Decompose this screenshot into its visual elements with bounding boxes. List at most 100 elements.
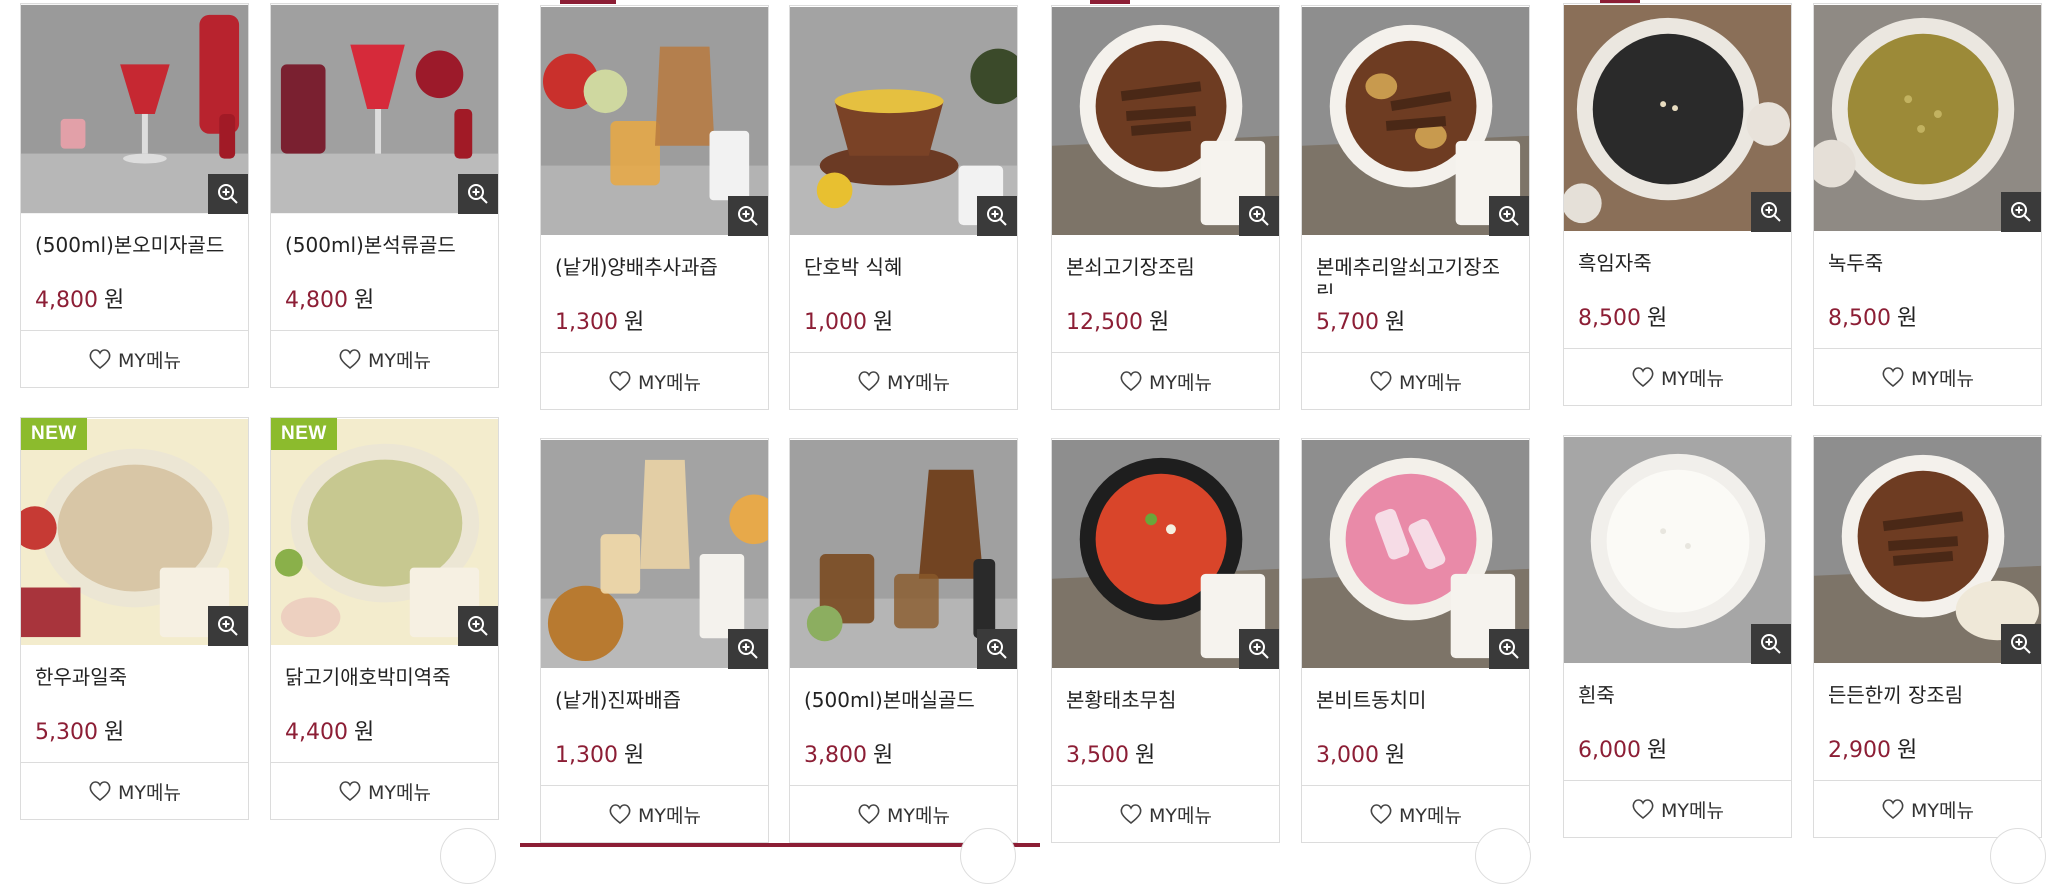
product-name[interactable]: (500ml)본매실골드 [790, 669, 1017, 727]
my-menu-button[interactable]: MY메뉴 [271, 762, 498, 819]
product-card[interactable]: NEW 닭고기애호박미역죽 4,400 원 MY메뉴 [270, 417, 499, 820]
product-image[interactable] [1814, 4, 2041, 232]
zoom-in-icon [2011, 634, 2031, 654]
product-image[interactable] [790, 439, 1017, 669]
product-price: 4,400 원 [285, 720, 375, 745]
zoom-button[interactable] [1489, 629, 1529, 669]
heart-outline-icon [1120, 371, 1142, 392]
product-name[interactable]: 단호박 식혜 [790, 236, 1017, 294]
my-menu-button[interactable]: MY메뉴 [1052, 785, 1279, 842]
product-image[interactable] [541, 439, 768, 669]
product-image[interactable] [1052, 6, 1279, 236]
my-menu-button[interactable]: MY메뉴 [1564, 348, 1791, 405]
heart-outline-icon [1120, 804, 1142, 825]
product-card[interactable]: 흰죽 6,000 원 MY메뉴 [1563, 435, 1792, 838]
product-card[interactable]: 본비트동치미 3,000 원 MY메뉴 [1301, 438, 1530, 843]
product-image[interactable] [1302, 6, 1529, 236]
scroll-button[interactable] [1990, 828, 2046, 884]
product-image[interactable] [1564, 4, 1791, 232]
product-image[interactable] [1302, 439, 1529, 669]
my-menu-button[interactable]: MY메뉴 [1052, 352, 1279, 409]
zoom-button[interactable] [977, 629, 1017, 669]
product-name[interactable]: (500ml)본오미자골드 [21, 214, 248, 272]
product-image[interactable]: NEW [271, 418, 498, 646]
product-name[interactable]: 흰죽 [1564, 664, 1791, 722]
product-name[interactable]: 닭고기애호박미역죽 [271, 646, 498, 704]
zoom-button[interactable] [2001, 624, 2041, 664]
scroll-button[interactable] [1475, 828, 1531, 884]
zoom-in-icon [2011, 202, 2031, 222]
my-menu-label: MY메뉴 [1149, 804, 1212, 827]
zoom-button[interactable] [728, 196, 768, 236]
product-card[interactable]: (500ml)본오미자골드 4,800 원 MY메뉴 [20, 3, 249, 388]
zoom-button[interactable] [1489, 196, 1529, 236]
zoom-button[interactable] [458, 174, 498, 214]
my-menu-button[interactable]: MY메뉴 [271, 330, 498, 387]
zoom-button[interactable] [458, 606, 498, 646]
product-image[interactable] [790, 6, 1017, 236]
product-image[interactable]: NEW [21, 418, 248, 646]
zoom-button[interactable] [977, 196, 1017, 236]
product-card[interactable]: (500ml)본매실골드 3,800 원 MY메뉴 [789, 438, 1018, 843]
my-menu-button[interactable]: MY메뉴 [1814, 348, 2041, 405]
product-image[interactable] [1052, 439, 1279, 669]
my-menu-button[interactable]: MY메뉴 [790, 352, 1017, 409]
product-name[interactable]: (낱개)진짜배즙 [541, 669, 768, 727]
zoom-button[interactable] [208, 174, 248, 214]
product-name[interactable]: 본메추리알쇠고기장조림 [1302, 236, 1529, 294]
my-menu-label: MY메뉴 [118, 781, 181, 804]
product-image[interactable] [21, 4, 248, 214]
product-card[interactable]: (낱개)진짜배즙 1,300 원 MY메뉴 [540, 438, 769, 843]
my-menu-button[interactable]: MY메뉴 [1814, 780, 2041, 837]
product-name[interactable]: (500ml)본석류골드 [271, 214, 498, 272]
product-card[interactable]: 단호박 식혜 1,000 원 MY메뉴 [789, 5, 1018, 410]
zoom-in-icon [1761, 202, 1781, 222]
product-name[interactable]: 본비트동치미 [1302, 669, 1529, 727]
product-card[interactable]: 본쇠고기장조림 12,500 원 MY메뉴 [1051, 5, 1280, 410]
scroll-button[interactable] [960, 828, 1016, 884]
zoom-in-icon [1499, 206, 1519, 226]
product-name[interactable]: 녹두죽 [1814, 232, 2041, 290]
zoom-button[interactable] [2001, 192, 2041, 232]
my-menu-button[interactable]: MY메뉴 [1302, 352, 1529, 409]
my-menu-button[interactable]: MY메뉴 [21, 762, 248, 819]
zoom-button[interactable] [1239, 629, 1279, 669]
product-name[interactable]: 본황태초무침 [1052, 669, 1279, 727]
my-menu-button[interactable]: MY메뉴 [541, 785, 768, 842]
my-menu-button[interactable]: MY메뉴 [1564, 780, 1791, 837]
product-image[interactable] [1814, 436, 2041, 664]
zoom-in-icon [987, 639, 1007, 659]
heart-outline-icon [1882, 367, 1904, 388]
product-card[interactable]: (낱개)양배추사과즙 1,300 원 MY메뉴 [540, 5, 769, 410]
product-name[interactable]: 본쇠고기장조림 [1052, 236, 1279, 294]
product-card[interactable]: 든든한끼 장조림 2,900 원 MY메뉴 [1813, 435, 2042, 838]
product-price: 8,500 원 [1828, 306, 1918, 331]
heart-outline-icon [89, 349, 111, 370]
zoom-in-icon [468, 616, 488, 636]
product-name[interactable]: 한우과일죽 [21, 646, 248, 704]
product-price: 2,900 원 [1828, 738, 1918, 763]
scroll-button[interactable] [440, 828, 496, 884]
zoom-button[interactable] [1751, 624, 1791, 664]
product-card[interactable]: 본황태초무침 3,500 원 MY메뉴 [1051, 438, 1280, 843]
zoom-button[interactable] [1239, 196, 1279, 236]
my-menu-button[interactable]: MY메뉴 [21, 330, 248, 387]
product-price: 5,700 원 [1316, 310, 1406, 335]
my-menu-label: MY메뉴 [1661, 799, 1724, 822]
product-name[interactable]: (낱개)양배추사과즙 [541, 236, 768, 294]
my-menu-button[interactable]: MY메뉴 [541, 352, 768, 409]
product-image[interactable] [1564, 436, 1791, 664]
zoom-in-icon [987, 206, 1007, 226]
product-card[interactable]: 흑임자죽 8,500 원 MY메뉴 [1563, 3, 1792, 406]
product-name[interactable]: 흑임자죽 [1564, 232, 1791, 290]
product-card[interactable]: (500ml)본석류골드 4,800 원 MY메뉴 [270, 3, 499, 388]
product-image[interactable] [541, 6, 768, 236]
product-card[interactable]: 녹두죽 8,500 원 MY메뉴 [1813, 3, 2042, 406]
product-card[interactable]: NEW 한우과일죽 5,300 원 MY메뉴 [20, 417, 249, 820]
product-image[interactable] [271, 4, 498, 214]
zoom-button[interactable] [1751, 192, 1791, 232]
product-card[interactable]: 본메추리알쇠고기장조림 5,700 원 MY메뉴 [1301, 5, 1530, 410]
zoom-button[interactable] [208, 606, 248, 646]
product-name[interactable]: 든든한끼 장조림 [1814, 664, 2041, 722]
zoom-button[interactable] [728, 629, 768, 669]
